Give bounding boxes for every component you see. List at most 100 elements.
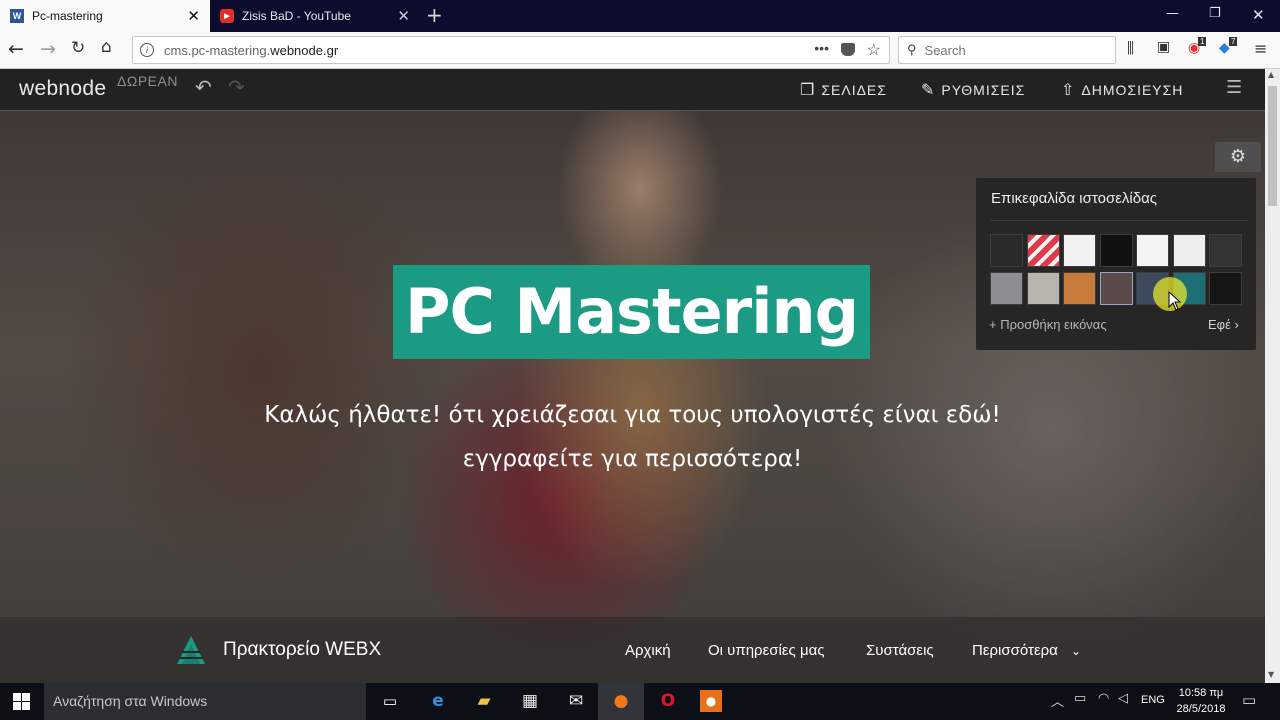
youtube-favicon-icon: ▶: [220, 9, 234, 23]
pages-icon: ❐: [800, 82, 816, 99]
browser-menu-icon[interactable]: ≡: [1254, 39, 1267, 58]
redo-icon[interactable]: ↷: [228, 75, 245, 99]
background-swatch[interactable]: [1099, 272, 1133, 305]
web-page: webnode ΔΩΡΕΑΝ ↶ ↷ ❐ ΣΕΛΙΔΕΣ ✎ ΡΥΘΜΙΣΕΙΣ…: [0, 69, 1265, 683]
site-info-icon[interactable]: i: [140, 43, 154, 57]
background-swatch[interactable]: [990, 272, 1023, 305]
scrollbar-thumb[interactable]: [1268, 86, 1277, 206]
effects-link[interactable]: Εφέ ›: [1208, 317, 1239, 332]
wifi-icon[interactable]: ◠: [1098, 691, 1109, 706]
tab-title: Zisis BaD - YouTube: [242, 9, 351, 23]
store-icon[interactable]: ▦: [518, 689, 542, 713]
publish-label: ΔΗΜΟΣΙΕΥΣΗ: [1081, 82, 1184, 98]
nav-services[interactable]: Οι υπηρεσίες μας: [708, 642, 825, 659]
background-swatch[interactable]: [1063, 272, 1096, 305]
navigation-toolbar: ← → ↻ ⌂ i cms.pc-mastering. webnode.gr ••…: [0, 32, 1280, 69]
site-subtitle[interactable]: Καλώς ήλθατε! ότι χρειάζεσαι για τους υπ…: [0, 393, 1265, 481]
scroll-up-icon[interactable]: ▲: [1268, 70, 1274, 79]
background-swatch[interactable]: [1063, 234, 1096, 267]
background-swatch[interactable]: [1209, 234, 1242, 267]
publish-button[interactable]: ⇧ ΔΗΜΟΣΙΕΥΣΗ: [1061, 80, 1183, 100]
header-image-panel: Επικεφαλίδα ιστοσελίδας + Προσθήκη εικόν…: [976, 178, 1256, 350]
upload-icon: ⇧: [1061, 82, 1076, 99]
firefox-icon[interactable]: ●: [609, 689, 633, 713]
tab-youtube[interactable]: ▶ Zisis BaD - YouTube ✕: [210, 0, 420, 32]
windows-start-icon[interactable]: [13, 693, 30, 710]
background-swatch[interactable]: [1209, 272, 1242, 305]
taskbar-clock[interactable]: 10:58 πμ 28/5/2018: [1170, 685, 1232, 717]
maximize-icon[interactable]: ❐: [1209, 6, 1221, 21]
clock-date: 28/5/2018: [1176, 703, 1226, 715]
windows-taskbar: Αναζήτηση στα Windows ▭ e ▰ ▦ ✉ ● O ● ︿ …: [0, 683, 1280, 720]
word-favicon-icon: W: [10, 9, 24, 23]
brand-name[interactable]: Πρακτορείο WEBX: [223, 639, 381, 661]
file-explorer-icon[interactable]: ▰: [472, 689, 496, 713]
new-tab-icon[interactable]: +: [426, 3, 443, 27]
pages-label: ΣΕΛΙΔΕΣ: [821, 82, 887, 98]
back-icon[interactable]: ←: [8, 38, 24, 60]
tab-pc-mastering[interactable]: W Pc-mastering ✕: [0, 0, 210, 32]
background-swatch[interactable]: [1172, 234, 1206, 267]
language-indicator[interactable]: ENG: [1141, 694, 1165, 706]
app-icon[interactable]: ●: [700, 690, 722, 712]
taskbar-search-input[interactable]: Αναζήτηση στα Windows: [44, 683, 366, 720]
add-image-link[interactable]: + Προσθήκη εικόνας: [989, 317, 1107, 332]
sidebar-icon[interactable]: ▣: [1157, 39, 1170, 55]
nav-more[interactable]: Περισσότερα: [972, 642, 1058, 659]
site-title[interactable]: PC Mastering: [393, 265, 870, 359]
undo-icon[interactable]: ↶: [195, 75, 212, 99]
close-tab-icon[interactable]: ✕: [397, 7, 410, 25]
panel-title: Επικεφαλίδα ιστοσελίδας: [991, 190, 1157, 207]
site-navigation: Πρακτορείο WEBX Αρχική Οι υπηρεσίες μας …: [0, 617, 1265, 683]
background-swatch[interactable]: [1136, 234, 1169, 267]
browser-tab-strip: W Pc-mastering ✕ ▶ Zisis BaD - YouTube ✕…: [0, 0, 1280, 32]
subtitle-line-2: εγγραφείτε για περισσότερα!: [462, 446, 803, 472]
clock-time: 10:58 πμ: [1178, 687, 1224, 699]
settings-label: ΡΥΘΜΙΣΕΙΣ: [941, 82, 1026, 98]
reload-icon[interactable]: ↻: [71, 38, 85, 58]
header-settings-gear-icon[interactable]: ⚙: [1215, 142, 1261, 172]
plan-label: ΔΩΡΕΑΝ: [117, 73, 178, 89]
site-title-box[interactable]: PC Mastering: [393, 265, 870, 359]
addon-badge: 1: [1198, 37, 1207, 46]
tab-title: Pc-mastering: [32, 9, 103, 23]
minimize-icon[interactable]: —: [1166, 6, 1179, 21]
background-swatch[interactable]: [990, 234, 1023, 267]
page-actions-icon[interactable]: •••: [814, 40, 829, 56]
brand-logo-icon: [177, 636, 205, 664]
subtitle-line-1: Καλώς ήλθατε! ότι χρειάζεσαι για τους υπ…: [264, 402, 1001, 428]
chevron-up-icon[interactable]: ︿: [1051, 691, 1064, 710]
background-swatch[interactable]: [1026, 234, 1060, 267]
notifications-icon[interactable]: ▭: [1242, 691, 1256, 709]
url-domain: webnode.gr: [270, 42, 339, 58]
pocket-icon[interactable]: [841, 43, 855, 56]
webnode-editor-bar: webnode ΔΩΡΕΑΝ ↶ ↷ ❐ ΣΕΛΙΔΕΣ ✎ ΡΥΘΜΙΣΕΙΣ…: [0, 69, 1265, 111]
battery-icon[interactable]: ▭: [1074, 691, 1086, 706]
url-bar[interactable]: i cms.pc-mastering. webnode.gr ••• ☆: [132, 36, 890, 64]
home-icon[interactable]: ⌂: [101, 37, 112, 57]
webnode-logo: webnode: [19, 77, 107, 100]
volume-icon[interactable]: ◁: [1118, 691, 1128, 706]
opera-icon[interactable]: O: [656, 689, 680, 713]
task-view-icon[interactable]: ▭: [378, 689, 402, 713]
background-swatch[interactable]: [1099, 234, 1133, 267]
close-tab-icon[interactable]: ✕: [187, 7, 200, 25]
mouse-pointer-icon: [1168, 291, 1182, 311]
extension-badge: 7: [1229, 37, 1238, 46]
hamburger-menu-icon[interactable]: ☰: [1226, 77, 1242, 98]
scroll-down-icon[interactable]: ▼: [1268, 670, 1274, 679]
search-input[interactable]: ⚲ Search: [898, 36, 1116, 64]
settings-button[interactable]: ✎ ΡΥΘΜΙΣΕΙΣ: [921, 80, 1025, 100]
wrench-icon: ✎: [921, 82, 936, 99]
pages-button[interactable]: ❐ ΣΕΛΙΔΕΣ: [800, 80, 887, 100]
forward-icon[interactable]: →: [40, 38, 56, 60]
close-window-icon[interactable]: ✕: [1252, 6, 1265, 24]
nav-references[interactable]: Συστάσεις: [866, 642, 934, 659]
background-swatch[interactable]: [1026, 272, 1060, 305]
chevron-down-icon[interactable]: ⌄: [1071, 644, 1081, 658]
nav-home[interactable]: Αρχική: [625, 642, 671, 659]
edge-icon[interactable]: e: [426, 689, 450, 713]
mail-icon[interactable]: ✉: [564, 689, 588, 713]
library-icon[interactable]: ⫼: [1127, 39, 1134, 57]
bookmark-star-icon[interactable]: ☆: [867, 40, 881, 60]
